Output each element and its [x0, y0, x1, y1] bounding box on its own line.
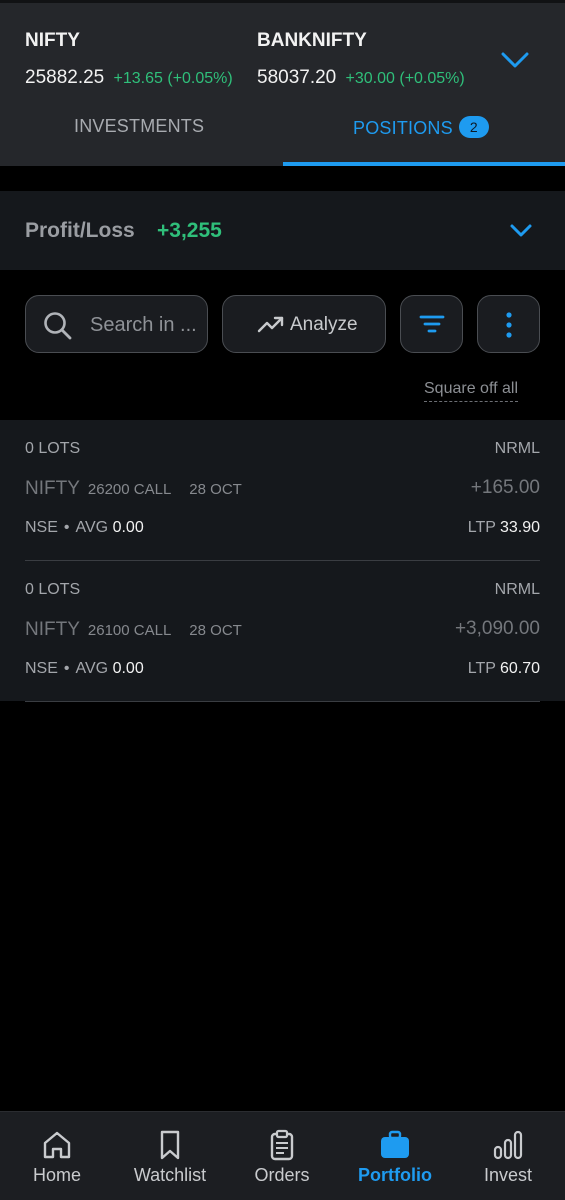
chevron-down-icon[interactable] — [508, 220, 534, 242]
bar-chart-icon — [493, 1130, 523, 1160]
position-expiry: 28 OCT — [189, 481, 242, 498]
position-ltp-value: 60.70 — [499, 660, 540, 677]
home-icon — [43, 1131, 71, 1159]
more-options-button[interactable] — [477, 295, 540, 353]
index-change: +13.65 (+0.05%) — [113, 70, 233, 87]
index-quote-nifty[interactable]: 25882.25 +13.65 (+0.05%) — [25, 67, 233, 89]
nav-orders[interactable]: Orders — [237, 1112, 327, 1200]
position-product: NRML — [494, 440, 540, 457]
bottom-navigation: Home Watchlist Orders Portfolio Invest — [0, 1111, 565, 1200]
position-exchange: NSE — [25, 660, 58, 677]
search-placeholder: Search in ... — [90, 314, 197, 336]
position-pnl: +3,090.00 — [454, 618, 540, 639]
position-product: NRML — [494, 581, 540, 598]
tab-investments[interactable]: INVESTMENTS — [74, 116, 204, 137]
profit-loss-value: +3,255 — [157, 219, 222, 242]
square-off-all-link[interactable]: Square off all — [424, 380, 518, 402]
position-instrument: NIFTY 26100 CALL 28 OCT — [25, 619, 242, 641]
search-icon — [44, 312, 72, 340]
index-value: 58037.20 — [257, 67, 337, 88]
trending-up-icon — [257, 316, 284, 333]
nav-label: Invest — [483, 1165, 533, 1185]
position-ltp-value: 33.90 — [499, 519, 540, 536]
position-instrument: NIFTY 26200 CALL 28 OCT — [25, 478, 242, 500]
position-avg-label: AVG — [75, 519, 109, 536]
position-symbol: NIFTY — [25, 478, 80, 499]
nav-invest[interactable]: Invest — [463, 1112, 553, 1200]
status-divider — [0, 0, 565, 3]
nav-label: Watchlist — [133, 1165, 207, 1185]
chevron-down-icon[interactable] — [498, 48, 532, 74]
active-tab-indicator — [283, 162, 565, 166]
position-meta: NSE • AVG 0.00 — [25, 519, 144, 536]
position-row[interactable]: 0 LOTS NRML NIFTY 26100 CALL 28 OCT +3,090… — [0, 561, 565, 702]
nav-watchlist[interactable]: Watchlist — [120, 1112, 220, 1200]
tab-positions[interactable]: POSITIONS 2 — [353, 116, 489, 139]
nav-label: Orders — [254, 1165, 310, 1185]
clipboard-icon — [270, 1129, 294, 1161]
analyze-button[interactable]: Analyze — [222, 295, 386, 353]
row-divider — [25, 700, 540, 702]
search-input[interactable]: Search in ... — [25, 295, 208, 353]
nav-label: Home — [32, 1165, 81, 1185]
more-vertical-icon — [506, 312, 512, 338]
nav-portfolio[interactable]: Portfolio — [345, 1112, 445, 1200]
tab-label: POSITIONS — [353, 118, 453, 138]
index-quote-banknifty[interactable]: 58037.20 +30.00 (+0.05%) — [257, 67, 465, 89]
index-name-nifty: NIFTY — [25, 30, 80, 51]
position-ltp-label: LTP — [467, 519, 496, 536]
position-meta: NSE • AVG 0.00 — [25, 660, 144, 677]
position-pnl: +165.00 — [470, 477, 540, 498]
position-strike: 26200 CALL — [87, 481, 172, 498]
index-value: 25882.25 — [25, 67, 105, 88]
position-lots: 0 LOTS — [25, 440, 81, 457]
position-symbol: NIFTY — [25, 619, 80, 640]
profit-loss-label: Profit/Loss — [25, 219, 135, 242]
briefcase-icon — [381, 1130, 409, 1158]
index-change: +30.00 (+0.05%) — [345, 70, 465, 87]
position-strike: 26100 CALL — [87, 622, 172, 639]
position-avg-label: AVG — [75, 660, 109, 677]
position-lots: 0 LOTS — [25, 581, 81, 598]
position-ltp-label: LTP — [467, 660, 496, 677]
filter-button[interactable] — [400, 295, 463, 353]
position-exchange: NSE — [25, 519, 58, 536]
nav-home[interactable]: Home — [12, 1112, 102, 1200]
market-header: NIFTY 25882.25 +13.65 (+0.05%) BANKNIFTY… — [0, 0, 565, 166]
analyze-label: Analyze — [290, 314, 358, 335]
bookmark-icon — [160, 1130, 180, 1160]
filter-icon — [419, 315, 445, 333]
positions-count-badge: 2 — [458, 116, 489, 138]
position-avg-value: 0.00 — [112, 519, 144, 536]
nav-label: Portfolio — [358, 1165, 432, 1185]
index-name-banknifty: BANKNIFTY — [257, 30, 367, 51]
position-expiry: 28 OCT — [189, 622, 242, 639]
positions-list: 0 LOTS NRML NIFTY 26200 CALL 28 OCT +165.0… — [0, 420, 565, 702]
position-ltp: LTP 33.90 — [468, 519, 540, 537]
position-ltp: LTP 60.70 — [468, 660, 540, 678]
position-row[interactable]: 0 LOTS NRML NIFTY 26200 CALL 28 OCT +165.0… — [0, 420, 565, 561]
position-avg-value: 0.00 — [112, 660, 144, 677]
